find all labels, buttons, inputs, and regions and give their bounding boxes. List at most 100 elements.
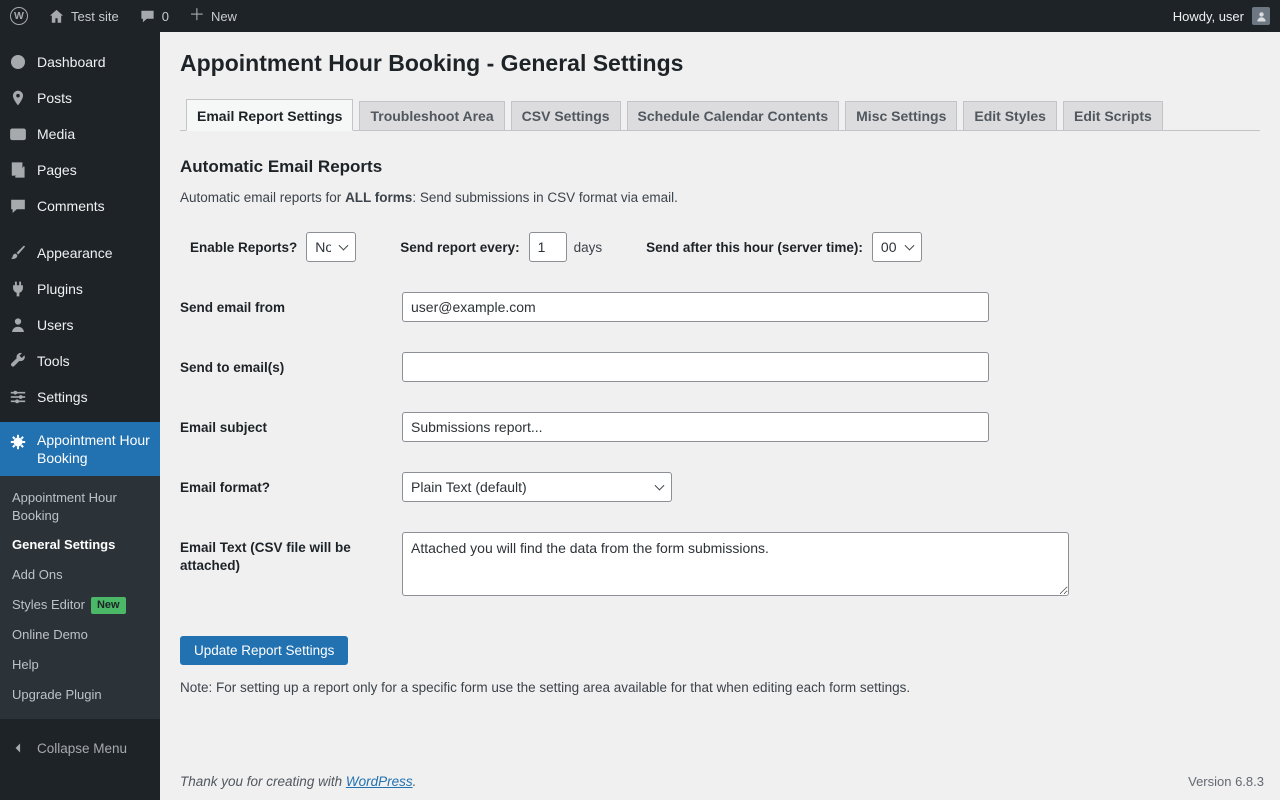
sidebar-item-label: Posts bbox=[37, 89, 73, 106]
comments-icon bbox=[8, 196, 28, 216]
sidebar-item-pages[interactable]: Pages bbox=[0, 152, 160, 188]
send-to-emails-input[interactable] bbox=[402, 352, 989, 382]
enable-reports-group: Enable Reports? No bbox=[190, 232, 357, 262]
pages-icon bbox=[8, 160, 28, 180]
tab-csv-settings[interactable]: CSV Settings bbox=[510, 101, 621, 131]
send-to-emails-row: Send to email(s) bbox=[180, 352, 1260, 382]
site-name-link[interactable]: Test site bbox=[38, 0, 129, 32]
sidebar-item-settings[interactable]: Settings bbox=[0, 379, 160, 415]
send-email-from-label: Send email from bbox=[180, 300, 286, 315]
email-subject-row: Email subject bbox=[180, 412, 1260, 442]
submenu-item-add-ons[interactable]: Add Ons bbox=[0, 560, 160, 590]
tab-misc-settings[interactable]: Misc Settings bbox=[845, 101, 958, 131]
users-person-icon bbox=[8, 315, 28, 335]
wordpress-link[interactable]: WordPress bbox=[346, 774, 413, 789]
tab-edit-styles[interactable]: Edit Styles bbox=[963, 101, 1057, 131]
plugin-submenu: Appointment Hour Booking General Setting… bbox=[0, 476, 160, 720]
collapse-menu-button[interactable]: Collapse Menu bbox=[0, 730, 160, 766]
submenu-label: Appointment Hour Booking bbox=[12, 490, 117, 523]
howdy-label: Howdy, user bbox=[1172, 8, 1244, 24]
user-avatar-icon bbox=[1256, 11, 1266, 21]
appearance-brush-icon bbox=[8, 243, 28, 263]
tab-schedule-calendar-contents[interactable]: Schedule Calendar Contents bbox=[626, 101, 840, 131]
sidebar-item-media[interactable]: Media bbox=[0, 116, 160, 152]
admin-bar: W Test site 0 ＋ New Howdy, user bbox=[0, 0, 1280, 32]
tab-email-report-settings[interactable]: Email Report Settings bbox=[186, 99, 354, 131]
send-report-every-label: Send report every: bbox=[400, 239, 520, 255]
sidebar-item-label: Comments bbox=[37, 197, 105, 214]
site-name-label: Test site bbox=[71, 8, 119, 24]
sidebar-item-dashboard[interactable]: Dashboard bbox=[0, 44, 160, 80]
comment-bubble-icon bbox=[141, 10, 154, 22]
intro-text: Automatic email reports for ALL forms: S… bbox=[180, 190, 1260, 205]
send-hour-select[interactable]: 00 bbox=[871, 232, 922, 262]
sidebar-item-appearance[interactable]: Appearance bbox=[0, 235, 160, 271]
sidebar-item-posts[interactable]: Posts bbox=[0, 80, 160, 116]
wordpress-logo-button[interactable]: W bbox=[0, 0, 38, 32]
admin-menu: Dashboard Posts Media Pages Comments App… bbox=[0, 44, 160, 415]
submenu-item-upgrade-plugin[interactable]: Upgrade Plugin bbox=[0, 680, 160, 710]
footer-thanks-suffix: . bbox=[412, 774, 417, 789]
collapse-menu-label: Collapse Menu bbox=[37, 740, 128, 756]
tab-edit-scripts[interactable]: Edit Scripts bbox=[1062, 101, 1163, 131]
submenu-item-general-settings[interactable]: General Settings bbox=[0, 530, 160, 560]
collapse-arrow-icon bbox=[8, 738, 28, 758]
comments-count: 0 bbox=[161, 8, 169, 24]
email-format-label: Email format? bbox=[180, 480, 271, 495]
sidebar-item-users[interactable]: Users bbox=[0, 307, 160, 343]
footer-version: Version 6.8.3 bbox=[1188, 774, 1264, 789]
sidebar-item-label: Media bbox=[37, 125, 76, 142]
main-content: Appointment Hour Booking - General Setti… bbox=[160, 32, 1280, 800]
submenu-item-appointment-hour-booking[interactable]: Appointment Hour Booking bbox=[0, 483, 160, 530]
send-to-emails-label: Send to email(s) bbox=[180, 360, 285, 375]
intro-bold: ALL forms bbox=[345, 190, 413, 205]
intro-prefix: Automatic email reports for bbox=[180, 190, 346, 205]
page-title: Appointment Hour Booking - General Setti… bbox=[180, 50, 684, 76]
wordpress-logo-icon: W bbox=[10, 7, 28, 25]
submenu-item-help[interactable]: Help bbox=[0, 650, 160, 680]
send-email-from-input[interactable] bbox=[402, 292, 989, 322]
admin-sidebar: Dashboard Posts Media Pages Comments App… bbox=[0, 32, 160, 800]
report-interval-group: Send report every: days bbox=[400, 232, 602, 262]
email-text-label: Email Text (CSV file will be attached) bbox=[180, 540, 351, 574]
dashboard-icon bbox=[8, 52, 28, 72]
report-hour-group: Send after this hour (server time): 00 bbox=[646, 232, 922, 262]
email-text-textarea[interactable]: Attached you will find the data from the… bbox=[402, 532, 1069, 596]
email-format-select[interactable]: Plain Text (default) bbox=[402, 472, 672, 502]
sidebar-item-label: Tools bbox=[37, 352, 70, 369]
home-icon bbox=[49, 9, 64, 23]
note-text: Note: For setting up a report only for a… bbox=[180, 680, 911, 695]
send-hour-label: Send after this hour (server time): bbox=[646, 239, 863, 255]
media-camera-icon bbox=[8, 124, 28, 144]
sidebar-item-plugins[interactable]: Plugins bbox=[0, 271, 160, 307]
submenu-item-styles-editor[interactable]: Styles Editor New bbox=[0, 590, 160, 621]
submenu-label: Online Demo bbox=[12, 627, 88, 643]
account-menu-link[interactable]: Howdy, user bbox=[1163, 0, 1280, 32]
comments-bubble-link[interactable]: 0 bbox=[129, 0, 179, 32]
sidebar-item-label: Appearance bbox=[37, 244, 113, 261]
email-subject-input[interactable] bbox=[402, 412, 989, 442]
tab-troubleshoot-area[interactable]: Troubleshoot Area bbox=[359, 101, 505, 131]
submenu-label: Styles Editor bbox=[12, 596, 85, 612]
email-subject-label: Email subject bbox=[180, 420, 268, 435]
plugins-plug-icon bbox=[8, 279, 28, 299]
sidebar-item-label: Dashboard bbox=[37, 53, 106, 70]
footer-thanks-prefix: Thank you for creating with bbox=[180, 774, 346, 789]
sidebar-item-tools[interactable]: Tools bbox=[0, 343, 160, 379]
enable-reports-select[interactable]: No bbox=[306, 232, 357, 262]
days-suffix-label: days bbox=[573, 239, 603, 255]
sidebar-item-comments[interactable]: Comments bbox=[0, 188, 160, 224]
enable-reports-label: Enable Reports? bbox=[190, 239, 298, 255]
submenu-label: Add Ons bbox=[12, 567, 63, 583]
settings-sliders-icon bbox=[8, 387, 28, 407]
submenu-label: General Settings bbox=[12, 537, 116, 553]
footer-thanks: Thank you for creating with WordPress. bbox=[180, 774, 416, 789]
plus-icon: ＋ bbox=[188, 7, 205, 24]
admin-bar-right: Howdy, user bbox=[1163, 0, 1280, 32]
new-content-link[interactable]: ＋ New bbox=[179, 0, 247, 32]
submenu-item-online-demo[interactable]: Online Demo bbox=[0, 620, 160, 650]
submenu-label: Upgrade Plugin bbox=[12, 686, 102, 702]
send-report-every-input[interactable] bbox=[528, 232, 567, 262]
update-report-settings-button[interactable]: Update Report Settings bbox=[180, 636, 349, 665]
sidebar-item-appointment-hour-booking[interactable]: Appointment Hour Booking bbox=[0, 422, 160, 477]
